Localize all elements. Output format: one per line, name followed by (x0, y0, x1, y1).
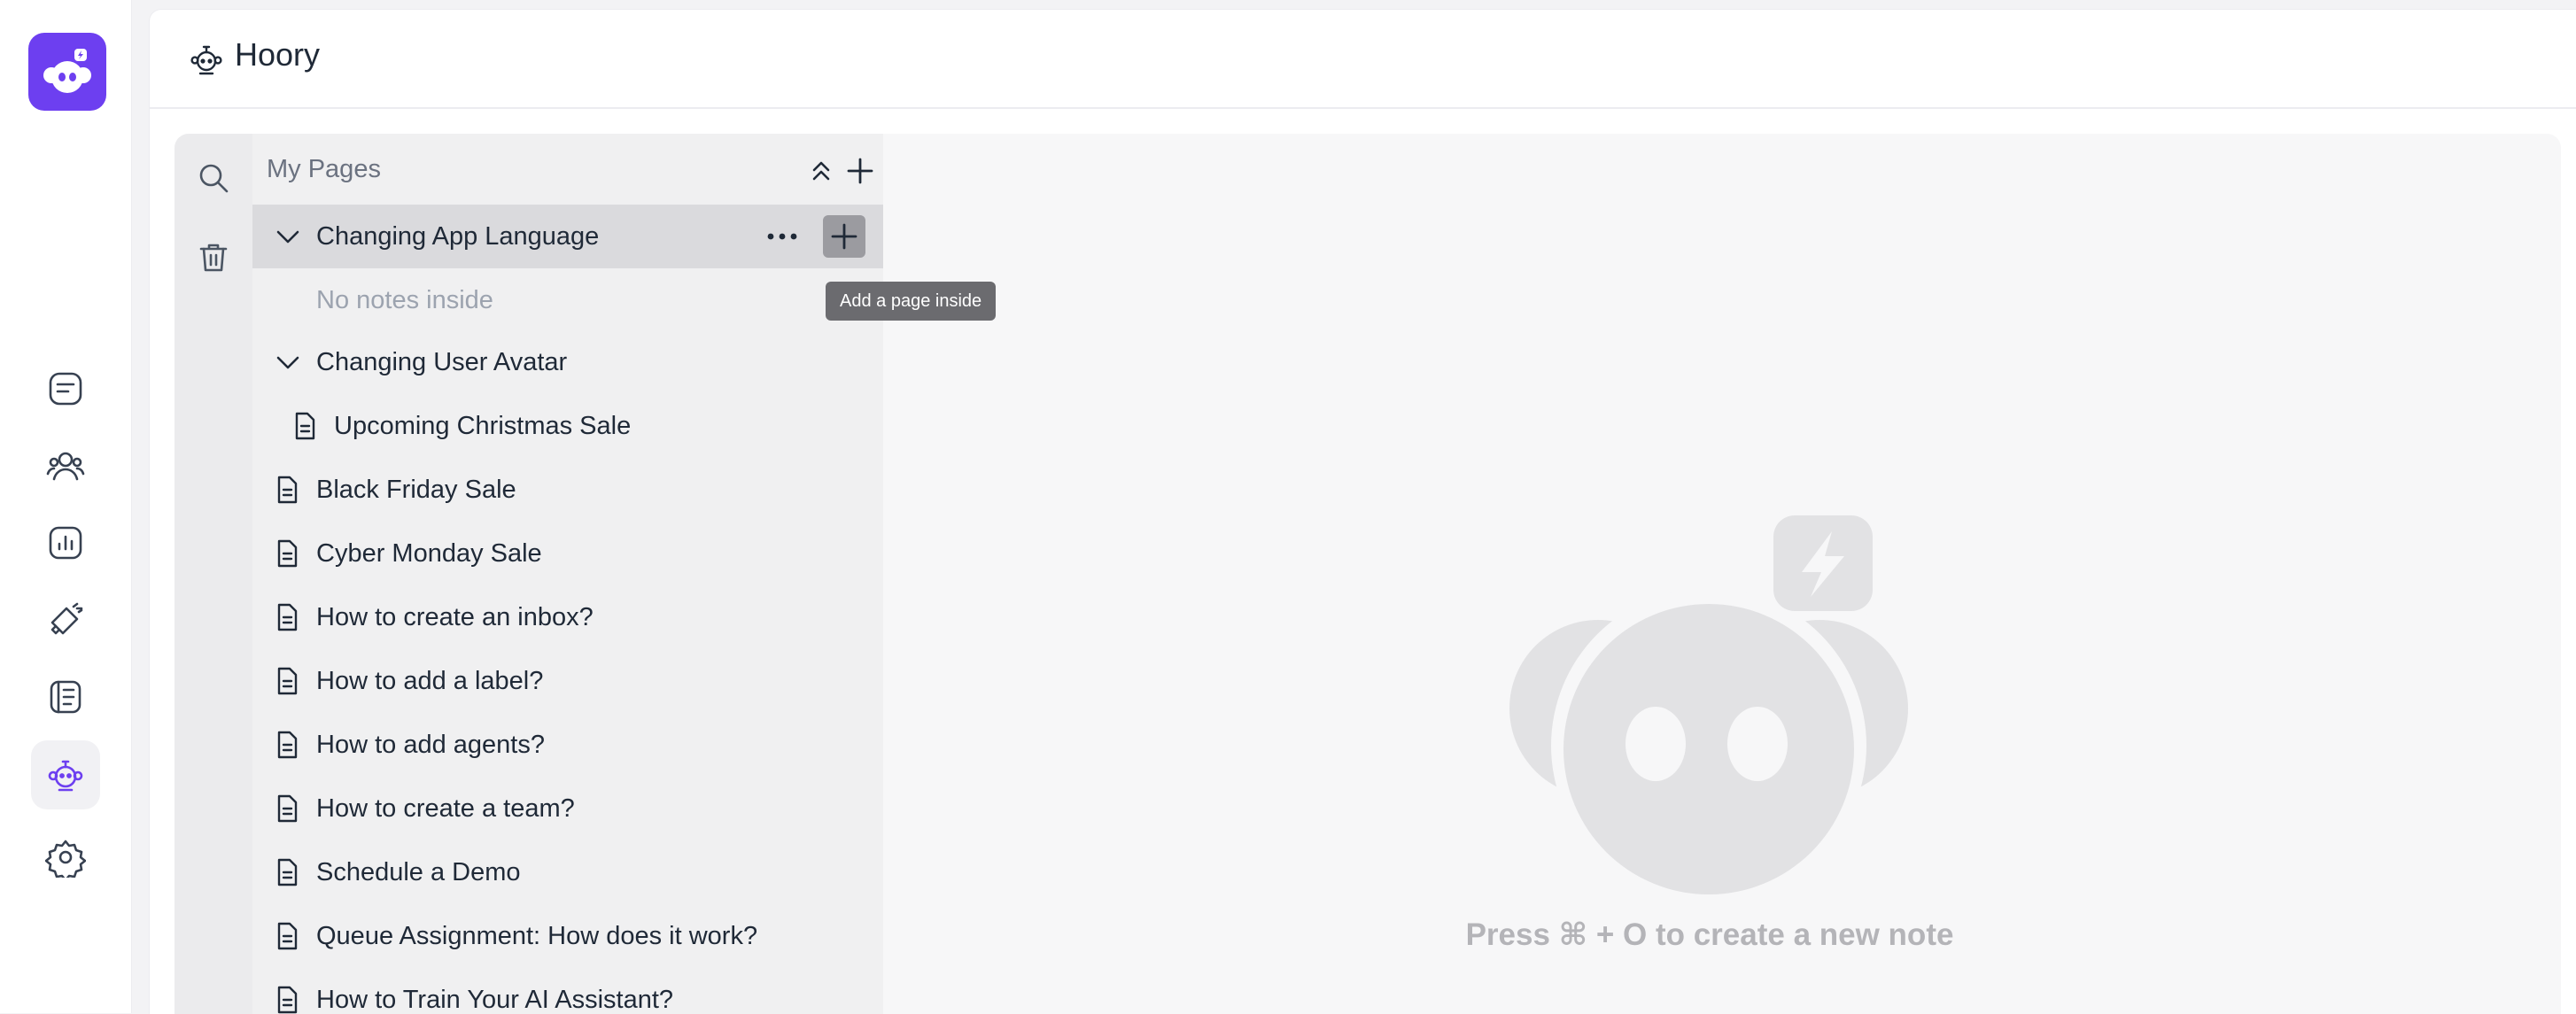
tooltip: Add a page inside (826, 282, 996, 321)
tree-header: My Pages (252, 134, 883, 205)
document-icon (272, 666, 302, 696)
rail-item-settings[interactable] (31, 823, 100, 892)
chevron-down-icon[interactable] (272, 346, 304, 378)
hoory-logo-icon (39, 43, 96, 100)
rail-item-conversations[interactable] (31, 354, 100, 423)
add-page-button[interactable] (842, 153, 878, 189)
document-icon (272, 475, 302, 505)
hoory-mascot-illustration (1492, 505, 1926, 903)
rail-item-bot[interactable] (31, 740, 100, 809)
tree-page[interactable]: Cyber Monday Sale (252, 522, 883, 585)
more-options-button[interactable] (764, 221, 800, 252)
tree-empty-placeholder: No notes inside (252, 268, 883, 332)
tree-page[interactable]: Schedule a Demo (252, 840, 883, 904)
page-title: Hoory (235, 36, 320, 74)
more-horizontal-icon (766, 232, 798, 241)
trash-icon (196, 240, 231, 275)
library-icon (45, 677, 86, 717)
document-icon (272, 857, 302, 887)
trash-button[interactable] (192, 236, 235, 279)
rail-item-reports[interactable] (31, 508, 100, 577)
document-icon (272, 985, 302, 1014)
rail-item-library[interactable] (31, 662, 100, 731)
tree-page[interactable]: How to create a team? (252, 777, 883, 840)
add-page-inside-button[interactable] (823, 215, 865, 258)
tree-item-label: How to add a label? (316, 667, 543, 696)
tree-item-label: Changing App Language (316, 222, 599, 252)
top-bar: Hoory (150, 10, 2576, 109)
collapse-all-button[interactable] (803, 153, 839, 189)
tree-item-label: How to create an inbox? (316, 603, 594, 632)
search-icon (196, 160, 231, 196)
tree-page[interactable]: How to add agents? (252, 713, 883, 777)
bot-icon (189, 42, 224, 77)
tree-item-label: Queue Assignment: How does it work? (316, 922, 757, 951)
tree-item-label: Changing User Avatar (316, 348, 567, 377)
tree-header-title: My Pages (267, 155, 381, 184)
tree-item-label: How to Train Your AI Assistant? (316, 986, 673, 1014)
tree-item-label: Schedule a Demo (316, 858, 521, 887)
rail-item-contacts[interactable] (31, 431, 100, 500)
conversations-icon (45, 368, 86, 409)
document-icon (290, 411, 320, 441)
plus-icon (845, 156, 875, 186)
tree-folder[interactable]: Changing User Avatar (252, 330, 883, 394)
chevrons-up-icon (806, 156, 836, 186)
notes-tool-column (175, 134, 252, 1014)
notes-workspace: My Pages Changing App Language (175, 134, 2561, 1014)
document-icon (272, 538, 302, 569)
campaigns-icon (45, 600, 86, 640)
tree-page[interactable]: Queue Assignment: How does it work? (252, 904, 883, 968)
tree-item-label: Upcoming Christmas Sale (334, 412, 631, 441)
tree-item-label: Cyber Monday Sale (316, 539, 542, 569)
settings-icon (45, 837, 86, 878)
left-rail (0, 0, 132, 1013)
bot-icon (45, 755, 86, 795)
document-icon (272, 730, 302, 760)
hoory-logo[interactable] (28, 33, 106, 111)
document-icon (272, 921, 302, 951)
document-icon (272, 602, 302, 632)
tree-item-label: Black Friday Sale (316, 476, 516, 505)
search-button[interactable] (192, 157, 235, 199)
empty-state-message: Press ⌘ + O to create a new note (1382, 917, 2037, 953)
tree-page[interactable]: How to add a label? (252, 649, 883, 713)
tree-folder[interactable]: Changing App Language (252, 205, 883, 268)
tree-page[interactable]: Black Friday Sale (252, 458, 883, 522)
tree-page[interactable]: How to create an inbox? (252, 585, 883, 649)
tree-item-label: How to create a team? (316, 794, 575, 824)
empty-folder-text: No notes inside (316, 286, 493, 315)
plus-icon (829, 221, 859, 252)
notes-tree: My Pages Changing App Language (252, 134, 883, 1014)
tree-item-label: How to add agents? (316, 731, 545, 760)
rail-item-campaigns[interactable] (31, 585, 100, 654)
tree-page[interactable]: Upcoming Christmas Sale (252, 394, 883, 458)
contacts-icon (45, 445, 86, 486)
tree-page[interactable]: How to Train Your AI Assistant? (252, 968, 883, 1014)
chevron-down-icon[interactable] (272, 221, 304, 252)
reports-icon (45, 522, 86, 563)
document-icon (272, 793, 302, 824)
main-panel: Hoory My Pages (149, 9, 2576, 1014)
